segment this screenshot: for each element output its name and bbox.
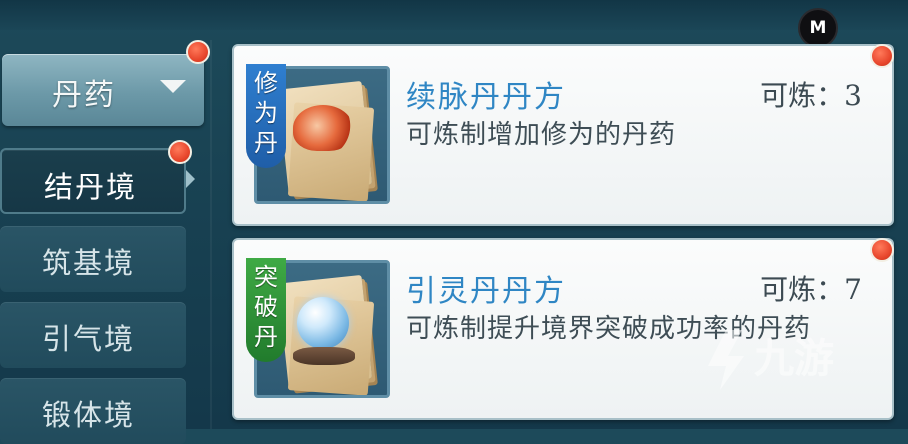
sidebar-item-label: 结丹境 [44,170,138,204]
recipe-title: 续脉丹丹方 [406,80,566,115]
avatar[interactable]: M [798,8,838,48]
recipe-card[interactable]: 修为丹 续脉丹丹方 可炼：3 可炼制增加修为的丹药 [232,44,894,226]
panel-divider [210,40,212,429]
pill-type-tag: 修为丹 [246,64,286,168]
dropdown-label: 丹药 [52,78,116,113]
recipe-count: 可炼：7 [760,273,862,306]
sidebar-item-label: 筑基境 [42,246,136,280]
notification-dot [870,238,894,262]
jiuyou-watermark-logo: 九游 [708,330,834,390]
pill-type-tag: 突破丹 [246,258,286,362]
chevron-down-icon [160,80,186,93]
recipe-count: 可炼：3 [760,79,862,112]
sidebar-item-yinqi[interactable]: 引气境 [0,302,186,368]
category-dropdown[interactable]: 丹药 [2,54,204,126]
notification-dot [168,140,192,164]
recipe-title: 引灵丹丹方 [406,274,566,309]
orb-icon [297,297,349,349]
top-bar [0,0,908,30]
sidebar-item-duanti[interactable]: 锻体境 [0,378,186,444]
selected-arrow-icon [186,170,195,188]
recipe-description: 可炼制增加修为的丹药 [406,120,677,150]
watermark-text: 九游 [754,336,834,382]
orb-base-icon [293,347,355,365]
flame-icon [293,105,353,151]
sidebar-item-label: 锻体境 [42,398,136,432]
sidebar-item-jiedan[interactable]: 结丹境 [0,148,186,214]
notification-dot [186,40,210,64]
sidebar-item-zhuji[interactable]: 筑基境 [0,226,186,292]
sidebar-item-label: 引气境 [42,322,136,356]
notification-dot [870,44,894,68]
